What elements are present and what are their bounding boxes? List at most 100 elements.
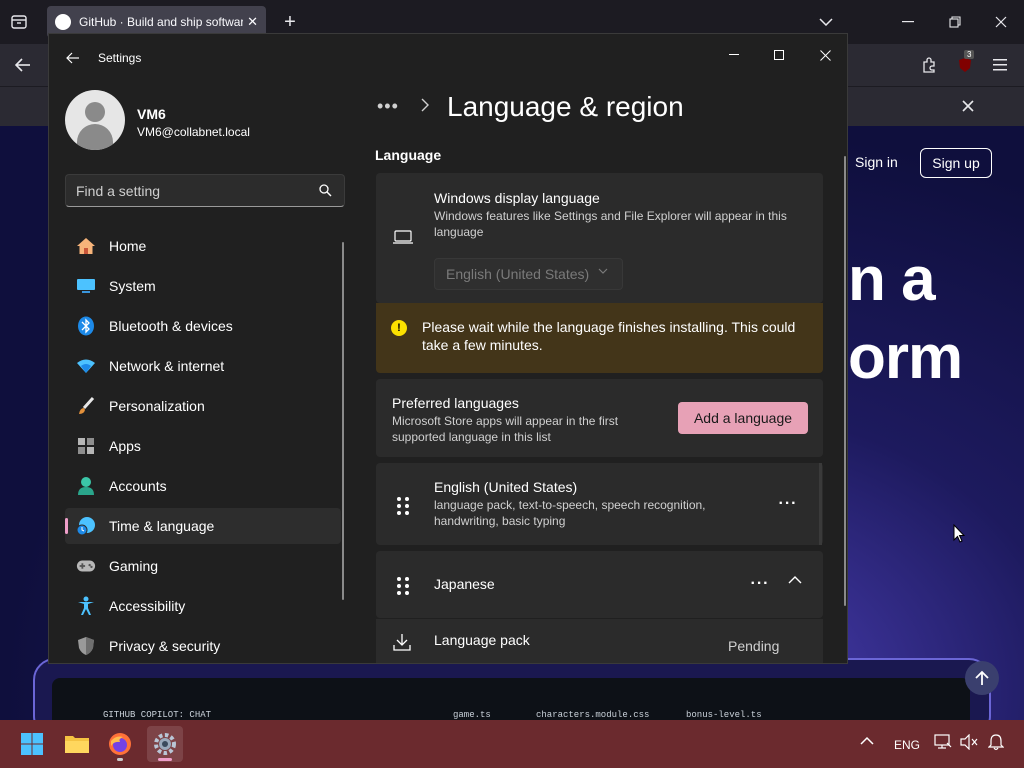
nav-item-accounts[interactable]: Accounts bbox=[65, 468, 341, 504]
file-explorer-icon[interactable] bbox=[59, 726, 95, 762]
language-row-japanese[interactable]: Japanese ··· bbox=[376, 551, 823, 618]
mockup-tab: game.ts bbox=[453, 710, 491, 720]
window-title: Settings bbox=[98, 51, 142, 65]
mockup-tab: characters.module.css bbox=[536, 710, 650, 720]
nav-label: Apps bbox=[109, 438, 141, 454]
nav-label: Privacy & security bbox=[109, 638, 221, 654]
nav-label: Time & language bbox=[109, 518, 215, 534]
settings-icon[interactable] bbox=[147, 726, 183, 762]
language-features: language pack, text-to-speech, speech re… bbox=[434, 498, 706, 528]
browser-close-icon[interactable] bbox=[991, 12, 1011, 32]
nav-item-home[interactable]: Home bbox=[65, 228, 341, 264]
preferred-languages-card: Preferred languages Microsoft Store apps… bbox=[376, 379, 823, 457]
shield-icon bbox=[76, 636, 96, 656]
nav-scrollbar[interactable] bbox=[342, 242, 344, 600]
more-options-icon[interactable]: ··· bbox=[772, 488, 804, 520]
display-language-dropdown[interactable]: English (United States) bbox=[434, 258, 623, 290]
laptop-icon bbox=[393, 230, 413, 244]
extensions-icon[interactable] bbox=[918, 54, 940, 76]
nav-item-apps[interactable]: Apps bbox=[65, 428, 341, 464]
drag-handle-icon[interactable] bbox=[397, 577, 409, 595]
display-language-card: Windows display language Windows feature… bbox=[376, 173, 823, 303]
browser-restore-icon[interactable] bbox=[945, 12, 965, 32]
nav-item-system[interactable]: System bbox=[65, 268, 341, 304]
tab-close-icon[interactable]: ✕ bbox=[247, 14, 258, 30]
language-row-english[interactable]: English (United States) language pack, t… bbox=[376, 463, 823, 545]
home-icon bbox=[76, 236, 96, 256]
nav-label: Accounts bbox=[109, 478, 167, 494]
input-language-indicator[interactable]: ENG bbox=[894, 738, 920, 752]
install-warning-bar: ! Please wait while the language finishe… bbox=[376, 303, 823, 373]
nav-item-personalization[interactable]: Personalization bbox=[65, 388, 341, 424]
language-name: Japanese bbox=[434, 576, 495, 592]
nav-label: Gaming bbox=[109, 558, 159, 574]
settings-window: Settings VM6 VM6@collabnet.local Home Sy… bbox=[48, 33, 848, 664]
nav-label: Network & internet bbox=[109, 358, 225, 374]
bluetooth-icon bbox=[76, 316, 96, 336]
scroll-to-top-icon[interactable] bbox=[965, 661, 999, 695]
tab-title: GitHub · Build and ship software bbox=[79, 15, 244, 29]
extension-badge: 3 bbox=[964, 50, 975, 59]
avatar[interactable] bbox=[65, 90, 125, 150]
tab-list-icon[interactable] bbox=[8, 12, 30, 32]
language-name: English (United States) bbox=[434, 479, 578, 495]
nav-label: Home bbox=[109, 238, 147, 254]
nav-item-privacy[interactable]: Privacy & security bbox=[65, 628, 341, 663]
hero-heading-line2: orm bbox=[848, 323, 963, 392]
nav-item-time-language[interactable]: Time & language bbox=[65, 508, 341, 544]
search-input[interactable] bbox=[66, 175, 306, 206]
warning-icon: ! bbox=[391, 320, 407, 336]
github-sign-up-button[interactable]: Sign up bbox=[920, 148, 992, 178]
list-all-tabs-icon[interactable] bbox=[816, 12, 836, 32]
ublock-icon[interactable]: 3 bbox=[954, 50, 976, 76]
minimize-icon[interactable] bbox=[712, 40, 756, 70]
nav-label: Personalization bbox=[109, 398, 205, 414]
nav-item-bluetooth[interactable]: Bluetooth & devices bbox=[65, 308, 341, 344]
gaming-icon bbox=[76, 556, 96, 576]
nav-item-network[interactable]: Network & internet bbox=[65, 348, 341, 384]
notification-close-icon[interactable] bbox=[958, 96, 978, 116]
wifi-icon bbox=[76, 356, 96, 376]
section-label: Language bbox=[375, 147, 442, 163]
github-sign-in-link[interactable]: Sign in bbox=[855, 154, 898, 170]
breadcrumb-more-button[interactable]: ••• bbox=[377, 96, 399, 117]
mockup-tab: bonus-level.ts bbox=[686, 710, 762, 720]
windows-start-icon[interactable] bbox=[14, 726, 50, 762]
nav-item-gaming[interactable]: Gaming bbox=[65, 548, 341, 584]
language-pack-status: Pending bbox=[728, 638, 780, 654]
settings-back-icon[interactable] bbox=[63, 49, 83, 67]
content-scrollbar[interactable] bbox=[844, 156, 846, 606]
profile-email: VM6@collabnet.local bbox=[137, 125, 250, 139]
add-language-button[interactable]: Add a language bbox=[678, 402, 808, 434]
volume-muted-icon[interactable] bbox=[960, 734, 978, 750]
close-icon[interactable] bbox=[803, 40, 847, 70]
maximize-icon[interactable] bbox=[757, 40, 801, 70]
nav-item-accessibility[interactable]: Accessibility bbox=[65, 588, 341, 624]
notifications-bell-icon[interactable] bbox=[988, 734, 1004, 751]
browser-minimize-icon[interactable] bbox=[898, 12, 918, 32]
accessibility-icon bbox=[76, 596, 96, 616]
system-icon bbox=[76, 276, 96, 296]
search-icon[interactable] bbox=[319, 184, 332, 197]
display-language-value: English (United States) bbox=[446, 266, 590, 282]
drag-handle-icon[interactable] bbox=[397, 497, 409, 515]
brush-icon bbox=[76, 396, 96, 416]
taskbar: ENG bbox=[0, 720, 1024, 768]
back-icon[interactable] bbox=[12, 54, 34, 76]
apps-icon bbox=[76, 436, 96, 456]
language-pack-row: Language pack Pending bbox=[376, 619, 823, 663]
app-menu-icon[interactable] bbox=[989, 54, 1011, 76]
mouse-cursor-icon bbox=[953, 524, 965, 543]
display-language-title: Windows display language bbox=[434, 190, 600, 206]
firefox-icon[interactable] bbox=[102, 726, 138, 762]
more-options-icon[interactable]: ··· bbox=[744, 568, 776, 600]
chevron-up-icon[interactable] bbox=[788, 576, 802, 584]
new-tab-icon[interactable]: + bbox=[280, 11, 300, 33]
show-hidden-icons-icon[interactable] bbox=[860, 736, 874, 745]
breadcrumb-chevron-icon bbox=[421, 98, 429, 112]
accounts-icon bbox=[76, 476, 96, 496]
network-icon[interactable] bbox=[934, 734, 952, 750]
mockup-chat-label: GITHUB COPILOT: CHAT bbox=[103, 710, 212, 720]
download-icon bbox=[393, 634, 411, 651]
language-pack-label: Language pack bbox=[434, 632, 530, 648]
